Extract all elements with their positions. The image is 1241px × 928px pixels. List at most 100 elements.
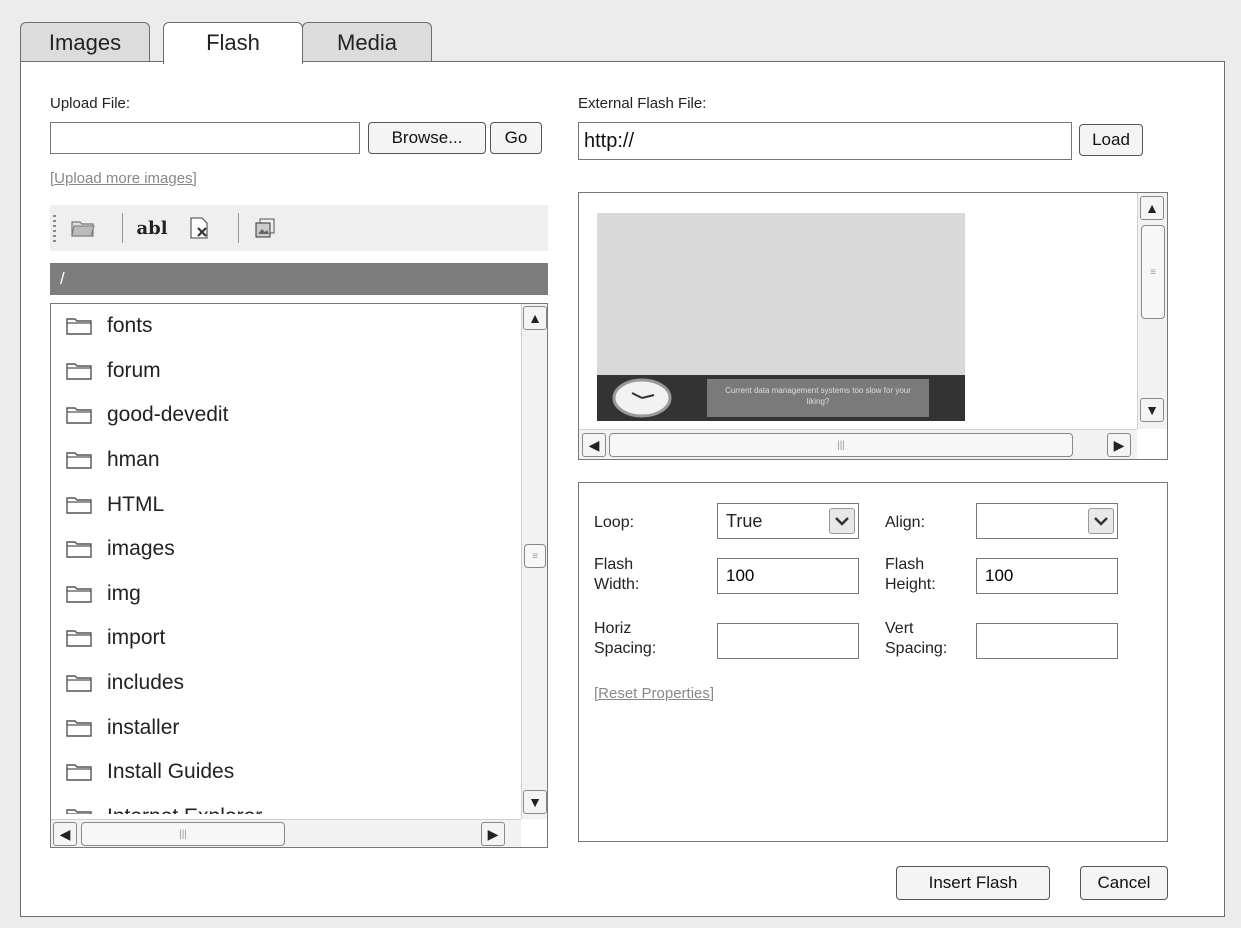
preview-horizontal-scrollbar[interactable]: ◀ ||| ▶ (579, 429, 1137, 459)
folder-icon (66, 496, 92, 514)
list-item[interactable]: installer (51, 705, 521, 750)
chevron-down-icon (829, 508, 855, 534)
list-item-label: img (107, 581, 141, 605)
toolbar-separator (122, 213, 123, 243)
list-item[interactable]: img (51, 572, 521, 617)
preview-vertical-scrollbar[interactable]: ▲ ≡ ▼ (1137, 193, 1167, 429)
tab-media[interactable]: Media (302, 22, 432, 62)
toolbar-separator (238, 213, 239, 243)
list-item[interactable]: includes (51, 661, 521, 706)
flash-height-input[interactable] (976, 558, 1118, 594)
folder-icon (66, 318, 92, 335)
scroll-left-button[interactable]: ◀ (53, 822, 77, 846)
label-line: Width: (594, 576, 640, 593)
cancel-button[interactable]: Cancel (1080, 866, 1168, 900)
scroll-right-button[interactable]: ▶ (1107, 433, 1131, 457)
upload-file-input[interactable] (50, 122, 360, 154)
scroll-up-button[interactable]: ▲ (523, 306, 547, 330)
loop-label: Loop: (594, 514, 635, 531)
properties-icon[interactable] (250, 213, 280, 243)
file-browser: fonts forum good-devedit hman HTML images img i… (50, 303, 548, 848)
loop-select[interactable]: True (717, 503, 859, 539)
rename-icon[interactable]: abl (134, 213, 170, 243)
vert-spacing-input[interactable] (976, 623, 1118, 659)
tab-label: Flash (206, 30, 260, 55)
rename-icon-text: abl (136, 217, 168, 239)
folder-icon (66, 719, 92, 737)
align-select[interactable] (976, 503, 1118, 539)
file-list-horizontal-scrollbar[interactable]: ◀ ||| ▶ (51, 819, 521, 847)
file-list-vertical-scrollbar[interactable]: ▲ ≡ ▼ (521, 304, 547, 819)
list-item-label: import (107, 626, 166, 650)
scroll-right-button[interactable]: ▶ (481, 822, 505, 846)
toolbar-grip (53, 215, 56, 243)
clock-icon (612, 378, 672, 418)
file-list: fonts forum good-devedit hman HTML images img i… (51, 304, 521, 814)
list-item-label: includes (107, 671, 185, 695)
tab-images[interactable]: Images (20, 22, 150, 62)
folder-icon (66, 363, 92, 380)
file-toolbar: abl (50, 205, 548, 251)
delete-icon[interactable] (184, 213, 214, 243)
folder-icon (66, 452, 92, 469)
scroll-down-button[interactable]: ▼ (1140, 398, 1164, 422)
folder-icon[interactable] (68, 213, 98, 243)
list-item[interactable]: HTML (51, 482, 521, 527)
list-item[interactable]: import (51, 616, 521, 661)
current-path-bar: / (50, 263, 548, 295)
list-item-label: Internet Explorer (107, 805, 262, 814)
list-item[interactable]: Internet Explorer (51, 795, 521, 814)
scroll-up-button[interactable]: ▲ (1140, 196, 1164, 220)
label-line: Flash (885, 556, 925, 573)
list-item-label: good-devedit (107, 403, 229, 427)
label-line: Spacing: (885, 640, 948, 657)
scroll-down-button[interactable]: ▼ (523, 790, 547, 814)
tab-label: Media (337, 30, 397, 55)
horiz-spacing-label: Horiz Spacing: (594, 619, 656, 659)
reset-properties-link[interactable]: [Reset Properties] (594, 685, 714, 702)
folder-icon (66, 809, 92, 814)
folder-icon (66, 675, 92, 692)
flash-properties: Loop: True Align: Flash Width: Flash Hei… (578, 482, 1168, 842)
list-item-label: forum (107, 358, 161, 382)
list-item[interactable]: good-devedit (51, 393, 521, 438)
label-line: Vert (885, 620, 914, 637)
horiz-spacing-input[interactable] (717, 623, 859, 659)
tab-label: Images (48, 30, 122, 55)
folder-icon (66, 630, 92, 648)
insert-flash-button[interactable]: Insert Flash (896, 866, 1050, 900)
label-line: Spacing: (594, 640, 657, 657)
load-button[interactable]: Load (1079, 124, 1143, 156)
list-item-label: installer (107, 715, 180, 739)
flash-width-input[interactable] (717, 558, 859, 594)
flash-width-label: Flash Width: (594, 555, 639, 595)
list-item[interactable]: fonts (51, 304, 521, 349)
flash-height-label: Flash Height: (885, 555, 936, 595)
go-button[interactable]: Go (490, 122, 542, 154)
list-item[interactable]: Install Guides (51, 750, 521, 795)
list-item[interactable]: hman (51, 438, 521, 483)
upload-more-link[interactable]: [Upload more images] (50, 170, 197, 187)
list-item-label: hman (107, 448, 160, 472)
list-item[interactable]: forum (51, 349, 521, 394)
scroll-thumb[interactable]: ≡ (524, 544, 546, 568)
list-item-label: HTML (107, 492, 165, 516)
scroll-thumb[interactable]: ≡ (1141, 225, 1165, 319)
align-label: Align: (885, 514, 926, 531)
external-flash-label: External Flash File: (578, 95, 707, 112)
browse-button[interactable]: Browse... (368, 122, 486, 154)
folder-icon (66, 764, 92, 781)
flash-movie-area (597, 213, 965, 375)
scroll-left-button[interactable]: ◀ (582, 433, 606, 457)
banner-text: Current data management systems too slow… (707, 379, 929, 417)
chevron-down-icon (1088, 508, 1114, 534)
list-item[interactable]: images (51, 527, 521, 572)
list-item-label: Install Guides (107, 760, 235, 784)
external-flash-url-input[interactable] (578, 122, 1072, 160)
scroll-thumb[interactable]: ||| (609, 433, 1073, 457)
upload-file-label: Upload File: (50, 95, 131, 112)
scroll-thumb[interactable]: ||| (81, 822, 285, 846)
flash-banner: Current data management systems too slow… (597, 375, 965, 421)
tab-flash[interactable]: Flash (163, 22, 303, 64)
label-line: Height: (885, 576, 936, 593)
